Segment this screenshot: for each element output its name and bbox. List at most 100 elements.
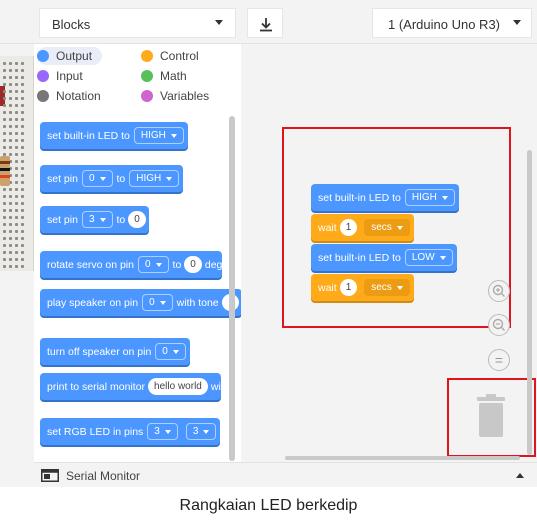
download-code-button[interactable]: [247, 8, 283, 38]
category-label: Notation: [56, 89, 101, 103]
state-dropdown[interactable]: HIGH: [133, 127, 184, 144]
category-math[interactable]: Math: [141, 67, 187, 85]
caret-down-icon: [203, 429, 210, 434]
dropdown-value: 3: [192, 426, 199, 437]
dropdown-value: 3: [88, 214, 95, 225]
palette-block-set-rgb-led[interactable]: set RGB LED in pins 3 3: [40, 418, 221, 445]
dropdown-value: 0: [88, 173, 95, 184]
block-text: turn off speaker on pin: [47, 345, 152, 358]
palette-block-play-speaker[interactable]: play speaker on pin 0 with tone: [40, 289, 241, 316]
zoom-out-button[interactable]: [488, 314, 510, 336]
serial-monitor-bar[interactable]: Serial Monitor: [34, 462, 537, 487]
block-text: to: [116, 213, 126, 226]
chevron-down-icon: [215, 20, 223, 25]
caret-down-icon: [170, 133, 177, 138]
zoom-in-button[interactable]: [488, 280, 510, 302]
board-label: 1 (Arduino Uno R3): [388, 17, 500, 32]
serial-monitor-icon: [41, 469, 59, 482]
block-text: rotate servo on pin: [47, 258, 134, 271]
category-control[interactable]: Control: [141, 47, 199, 65]
output-color-dot: [37, 50, 49, 62]
variables-color-dot: [141, 90, 153, 102]
zoom-reset-button[interactable]: =: [488, 349, 510, 371]
block-text: set built-in LED to: [47, 129, 130, 142]
chevron-up-icon[interactable]: [516, 473, 524, 478]
figure-caption: Rangkaian LED berkedip: [179, 497, 358, 514]
reset-icon: =: [494, 352, 504, 368]
caret-down-icon: [164, 429, 171, 434]
pin-dropdown[interactable]: 3: [185, 423, 217, 440]
angle-input[interactable]: 0: [184, 256, 202, 273]
block-text: print to serial monitor: [47, 380, 146, 393]
dropdown-value: 0: [149, 297, 155, 308]
category-variables[interactable]: Variables: [141, 87, 209, 105]
block-text: to: [172, 258, 182, 271]
caret-down-icon: [99, 217, 106, 222]
pin-dropdown[interactable]: 0: [155, 343, 186, 360]
pin-dropdown[interactable]: 0: [81, 170, 113, 187]
script-highlight-box: [282, 127, 511, 328]
caret-down-icon: [155, 262, 162, 267]
palette-block-print-serial[interactable]: print to serial monitor hello world wi: [40, 373, 221, 400]
resistor: [0, 156, 10, 186]
caret-down-icon: [172, 349, 179, 354]
notation-color-dot: [37, 90, 49, 102]
category-label: Math: [160, 69, 187, 83]
palette-block-set-pin-digital[interactable]: set pin 0 to HIGH: [40, 165, 184, 192]
category-notation[interactable]: Notation: [37, 87, 101, 105]
palette-block-rotate-servo[interactable]: rotate servo on pin 0 to 0 deg: [40, 251, 223, 278]
breadboard-preview: [0, 56, 34, 271]
block-text: set pin: [47, 172, 78, 185]
palette-block-set-builtin-led[interactable]: set built-in LED to HIGH: [40, 122, 188, 149]
download-icon: [260, 18, 272, 32]
workspace-horizontal-scrollbar[interactable]: [285, 456, 520, 460]
block-text: with tone: [176, 296, 219, 309]
math-color-dot: [141, 70, 153, 82]
value-input[interactable]: 0: [128, 211, 146, 228]
palette-block-turn-off-speaker[interactable]: turn off speaker on pin 0: [40, 338, 190, 365]
tinkercad-code-editor: Blocks 1 (Arduino Uno R3) Output Control: [0, 0, 537, 487]
block-categories: Output Control Input Math Notation Varia…: [34, 44, 241, 112]
dropdown-value: HIGH: [140, 130, 166, 141]
category-label: Control: [160, 49, 199, 63]
pin-dropdown[interactable]: 3: [147, 423, 178, 440]
input-color-dot: [37, 70, 49, 82]
zoom-in-icon: [492, 284, 505, 297]
pin-dropdown[interactable]: 3: [81, 211, 113, 228]
board-dropdown[interactable]: 1 (Arduino Uno R3): [372, 8, 532, 38]
serial-monitor-label: Serial Monitor: [66, 469, 141, 483]
zoom-out-icon: [492, 318, 505, 331]
block-text: set RGB LED in pins: [47, 425, 144, 438]
pin-dropdown[interactable]: 0: [137, 256, 169, 273]
category-output[interactable]: Output: [37, 47, 103, 65]
dropdown-value: 0: [162, 346, 168, 357]
block-text: play speaker on pin: [47, 296, 139, 309]
dropdown-value: HIGH: [136, 173, 162, 184]
code-toolbar: Blocks 1 (Arduino Uno R3): [0, 0, 537, 44]
block-palette: set built-in LED to HIGH set pin 0 to HI…: [34, 112, 241, 462]
block-text: set pin: [47, 213, 78, 226]
category-input[interactable]: Input: [37, 67, 83, 85]
block-text: to: [116, 172, 126, 185]
category-label: Input: [56, 69, 83, 83]
pin-dropdown[interactable]: 0: [142, 294, 173, 311]
chevron-down-icon: [513, 20, 521, 25]
code-mode-label: Blocks: [52, 17, 91, 32]
palette-scrollbar[interactable]: [229, 116, 235, 461]
palette-block-set-pin-analog[interactable]: set pin 3 to 0: [40, 206, 149, 233]
state-dropdown[interactable]: HIGH: [129, 170, 180, 187]
block-text: wi: [210, 380, 221, 393]
block-text: deg: [204, 258, 223, 271]
dropdown-value: 3: [154, 426, 160, 437]
workspace-vertical-scrollbar[interactable]: [527, 150, 532, 455]
caret-down-icon: [99, 176, 106, 181]
text-input[interactable]: hello world: [148, 378, 208, 395]
caret-down-icon: [159, 300, 166, 305]
dropdown-value: 0: [144, 259, 151, 270]
caret-down-icon: [166, 176, 173, 181]
category-label: Variables: [160, 89, 210, 103]
code-mode-dropdown[interactable]: Blocks: [39, 8, 236, 38]
category-label: Output: [56, 49, 93, 63]
trash-highlight-box: [447, 378, 536, 457]
control-color-dot: [141, 50, 153, 62]
